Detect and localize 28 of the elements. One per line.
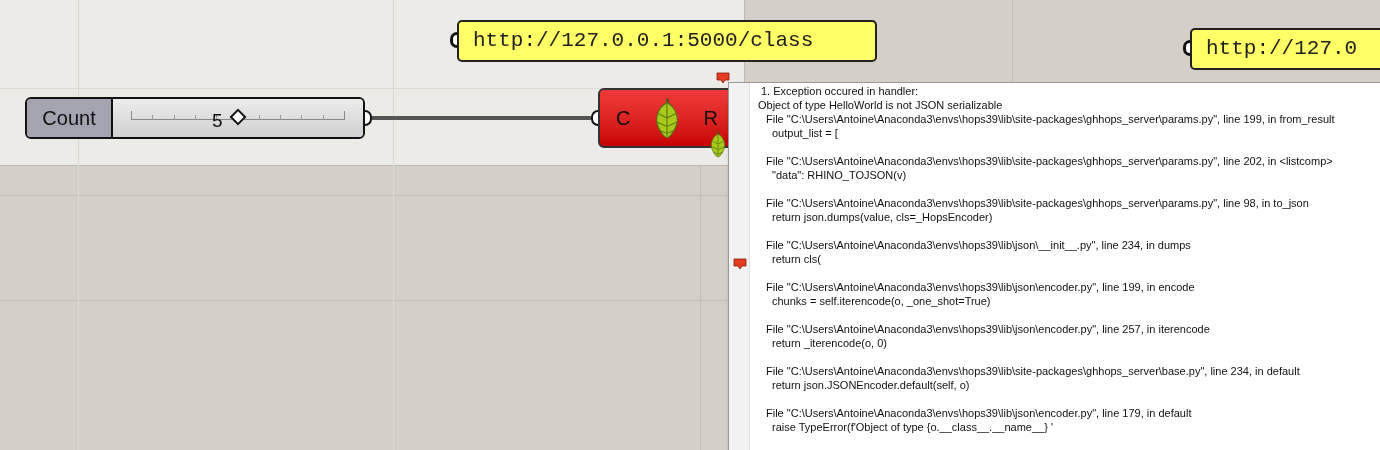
panel-text: http://127.0 — [1206, 36, 1358, 63]
traceback-code-line: return cls( — [771, 252, 821, 266]
traceback-code-line: "data": RHINO_TOJSON(v) — [771, 168, 907, 182]
error-balloon-icon — [733, 258, 747, 270]
error-balloon-icon — [716, 72, 730, 84]
traceback-file-line: File "C:\Users\Antoine\Anaconda3\envs\hops39\lib\site-packages\ghhops_server\params.py", line 202, in <listcomp> — [765, 154, 1333, 168]
input-label: C — [616, 106, 631, 131]
traceback-file-line: File "C:\Users\Antoine\Anaconda3\envs\hops39\lib\site-packages\ghhops_server\params.py", line 199, in from_result — [765, 112, 1335, 126]
output-label: R — [703, 106, 718, 131]
traceback-code-line: return json.dumps(value, cls=_HopsEncoder) — [771, 210, 993, 224]
traceback-file-line: File "C:\Users\Antoine\Anaconda3\envs\hops39\lib\json\encoder.py", line 179, in default — [765, 406, 1192, 420]
traceback-file-line: File "C:\Users\Antoine\Anaconda3\envs\hops39\lib\json\encoder.py", line 257, in iterencode — [765, 322, 1210, 336]
panel-text: http://127.0.0.1:5000/class — [473, 28, 814, 55]
traceback-code-line: return _iterencode(o, 0) — [771, 336, 887, 350]
traceback-file-line: File "C:\Users\Antoine\Anaconda3\envs\hops39\lib\json\encoder.py", line 199, in encode — [765, 280, 1195, 294]
slider-value: 5 — [212, 109, 223, 133]
traceback-file-line: File "C:\Users\Antoine\Anaconda3\envs\hops39\lib\site-packages\ghhops_server\base.py", line 234, in default — [765, 364, 1300, 378]
slider-label: Count — [27, 99, 113, 137]
traceback-file-line: File "C:\Users\Antoine\Anaconda3\envs\hops39\lib\json\__init__.py", line 234, in dumps — [765, 238, 1191, 252]
traceback-code-line: output_list = [ — [771, 126, 838, 140]
output-grip[interactable] — [365, 110, 372, 126]
traceback-code-line: raise TypeError(f'Object of type {o.__class__.__name__} ' — [771, 420, 1053, 434]
traceback-code-line: chunks = self.iterencode(o, _one_shot=True) — [771, 294, 991, 308]
error-title: 1. Exception occured in handler: — [760, 84, 919, 98]
traceback-code-line: return json.JSONEncoder.default(self, o) — [771, 378, 970, 392]
error-message: Object of type HelloWorld is not JSON serializable — [758, 98, 1003, 112]
number-slider[interactable]: Count 5 — [25, 97, 365, 139]
traceback-file-line: File "C:\Users\Antoine\Anaconda3\envs\hops39\lib\site-packages\ghhops_server\params.py", line 98, in to_json — [765, 196, 1309, 210]
